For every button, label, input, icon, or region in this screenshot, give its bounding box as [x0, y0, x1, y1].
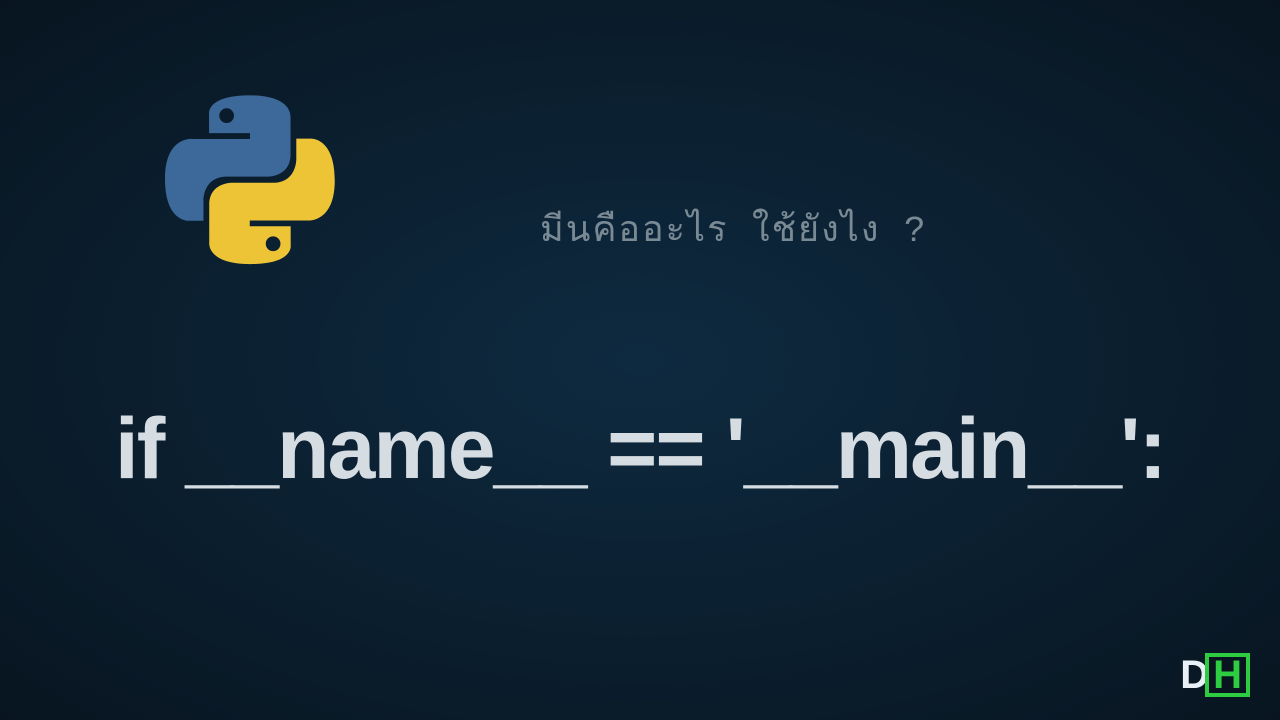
python-logo-icon — [165, 95, 335, 265]
watermark-logo: DH — [1180, 653, 1250, 698]
subtitle-text: มีนคืออะไร ใช้ยังไง ? — [540, 200, 928, 257]
watermark-h: H — [1205, 653, 1250, 697]
main-code-text: if __name__ == '__main__': — [0, 400, 1280, 499]
